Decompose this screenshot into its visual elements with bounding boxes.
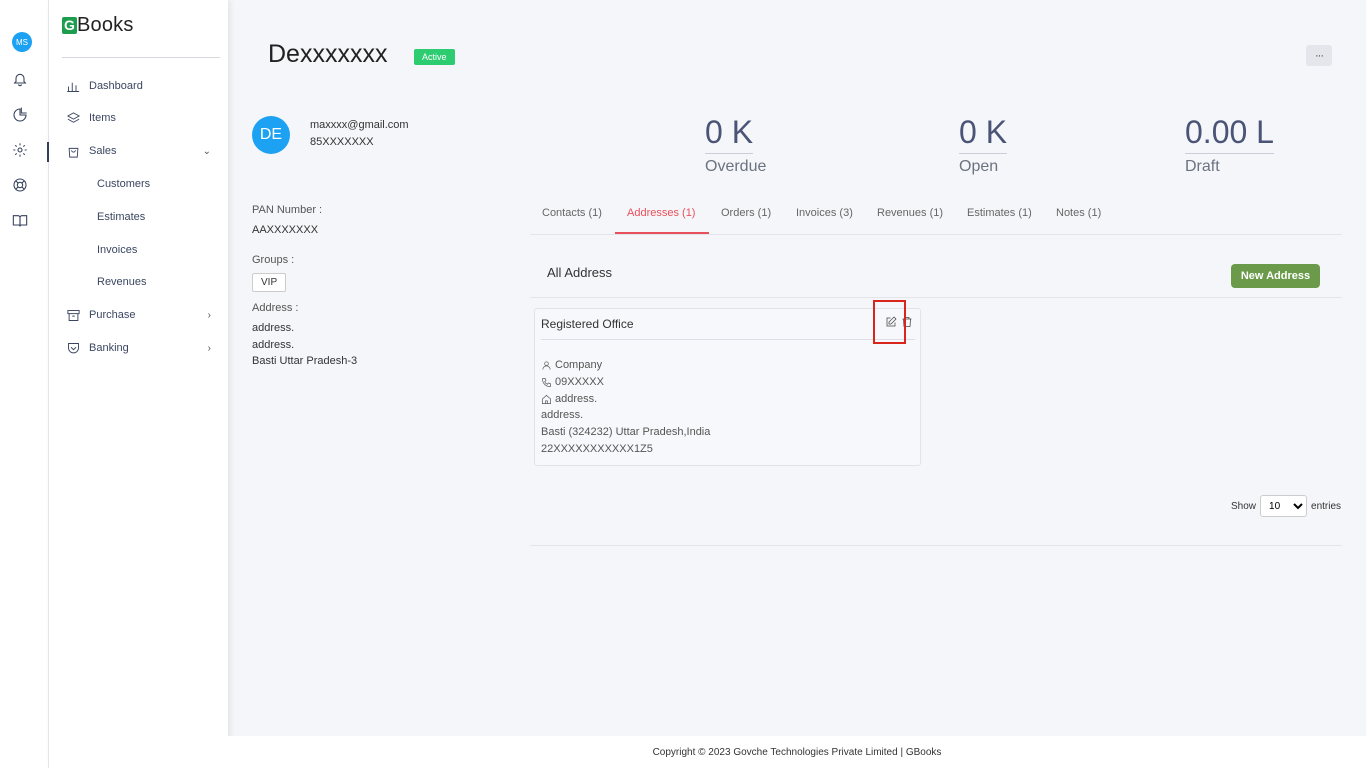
card-divider	[541, 339, 915, 340]
sidebar-item-sales[interactable]: Sales ⌄	[65, 141, 215, 161]
sidebar-item-label: Sales	[89, 145, 117, 157]
sidebar-item-items[interactable]: Items	[65, 108, 215, 128]
sidebar-item-label: Purchase	[89, 309, 136, 321]
pie-chart-icon[interactable]	[11, 106, 29, 124]
sidebar-divider	[62, 57, 220, 58]
address-line1: address.	[555, 393, 598, 405]
stat-value: 0 K	[705, 114, 754, 154]
archive-icon	[65, 307, 81, 323]
brand-logo[interactable]: G Books	[62, 14, 134, 36]
main-content: Dexxxxxxx Active ··· DE maxxxx@gmail.com…	[228, 0, 1366, 736]
sidebar-item-dashboard[interactable]: Dashboard	[65, 76, 215, 96]
section-title: All Address	[547, 265, 613, 280]
address-city-line: Basti (324232) Uttar Pradesh,India	[541, 426, 711, 438]
tab-orders[interactable]: Orders (1)	[721, 207, 771, 219]
stat-label: Open	[959, 158, 999, 175]
user-avatar[interactable]: MS	[12, 32, 32, 52]
pocket-icon	[65, 340, 81, 356]
stat-value: 0.00 L	[1185, 114, 1274, 154]
tab-contacts[interactable]: Contacts (1)	[542, 207, 602, 219]
address-line: address.	[252, 339, 295, 351]
address-card: Registered Office Company 09XXXXX addres…	[534, 308, 921, 466]
stat-value: 0 K	[959, 114, 1008, 154]
section-divider	[530, 297, 1342, 298]
gear-icon[interactable]	[11, 141, 29, 159]
stat-draft: 0.00 L Draft	[1185, 114, 1274, 176]
bell-icon[interactable]	[11, 70, 29, 88]
new-address-button[interactable]: New Address	[1231, 264, 1320, 288]
customer-email: maxxxx@gmail.com	[310, 119, 409, 131]
address-line2: address.	[541, 409, 584, 421]
shopping-bag-icon	[65, 143, 81, 159]
sidebar-item-estimates[interactable]: Estimates	[97, 211, 145, 223]
stat-label: Draft	[1185, 158, 1220, 175]
address-label: Address :	[252, 302, 299, 314]
chevron-down-icon: ⌄	[202, 145, 211, 157]
home-icon	[542, 394, 551, 404]
entries-control: Show 10 entries	[1231, 495, 1341, 517]
address-gst: 22XXXXXXXXXXX1Z5	[541, 443, 653, 455]
sidebar-item-invoices[interactable]: Invoices	[97, 244, 137, 256]
icon-rail: MS	[0, 0, 49, 768]
tab-notes[interactable]: Notes (1)	[1056, 207, 1101, 219]
address-line1-row: address.	[541, 393, 597, 405]
sidebar-item-label: Items	[89, 112, 116, 124]
sidebar-item-label: Dashboard	[89, 80, 143, 92]
stat-label: Overdue	[705, 158, 767, 175]
sidebar-item-customers[interactable]: Customers	[97, 178, 150, 190]
sidebar: G Books Dashboard Items Sales ⌄ Customer…	[49, 0, 228, 768]
phone-icon	[542, 377, 551, 387]
tab-revenues[interactable]: Revenues (1)	[877, 207, 943, 219]
sidebar-item-banking[interactable]: Banking ›	[65, 338, 215, 358]
bar-chart-icon	[65, 78, 81, 94]
address-line: address.	[252, 322, 295, 334]
footer: Copyright © 2023 Govche Technologies Pri…	[228, 736, 1366, 768]
page-size-select[interactable]: 10	[1260, 495, 1308, 517]
stat-open: 0 K Open	[959, 114, 1008, 176]
tab-estimates[interactable]: Estimates (1)	[967, 207, 1032, 219]
group-tag: VIP	[252, 273, 287, 292]
show-label: Show	[1231, 500, 1257, 512]
tab-addresses[interactable]: Addresses (1)	[627, 207, 695, 219]
tab-invoices[interactable]: Invoices (3)	[796, 207, 853, 219]
book-icon[interactable]	[11, 212, 29, 230]
status-badge: Active	[414, 49, 455, 65]
address-type: Company	[555, 359, 603, 371]
address-card-title: Registered Office	[541, 317, 634, 331]
lifebuoy-icon[interactable]	[11, 176, 29, 194]
logo-mark: G	[62, 16, 77, 34]
address-line: Basti Uttar Pradesh-3	[252, 355, 358, 367]
chevron-right-icon: ›	[207, 309, 211, 321]
page-title: Dexxxxxxx	[268, 40, 388, 68]
user-icon	[542, 360, 551, 370]
sidebar-item-label: Banking	[89, 342, 129, 354]
active-tab-underline	[615, 232, 709, 234]
customer-phone: 85XXXXXXX	[310, 136, 374, 148]
address-phone: 09XXXXX	[555, 376, 604, 388]
sidebar-item-revenues[interactable]: Revenues	[97, 276, 147, 288]
highlight-box	[873, 300, 906, 344]
tab-bar: Contacts (1) Addresses (1) Orders (1) In…	[530, 200, 1342, 235]
stat-overdue: 0 K Overdue	[705, 114, 766, 176]
more-options-button[interactable]: ···	[1306, 45, 1332, 66]
sidebar-item-purchase[interactable]: Purchase ›	[65, 305, 215, 325]
groups-label: Groups :	[252, 254, 295, 266]
chevron-right-icon: ›	[207, 342, 211, 354]
layers-icon	[65, 110, 81, 126]
list-bottom-divider	[530, 545, 1342, 546]
entries-label: entries	[1311, 500, 1342, 512]
brand-name: Books	[77, 13, 134, 36]
pan-value: AAXXXXXXX	[252, 224, 319, 236]
customer-avatar: DE	[252, 116, 290, 154]
pan-label: PAN Number :	[252, 204, 323, 216]
address-type-row: Company	[541, 359, 602, 371]
address-phone-row: 09XXXXX	[541, 376, 604, 388]
